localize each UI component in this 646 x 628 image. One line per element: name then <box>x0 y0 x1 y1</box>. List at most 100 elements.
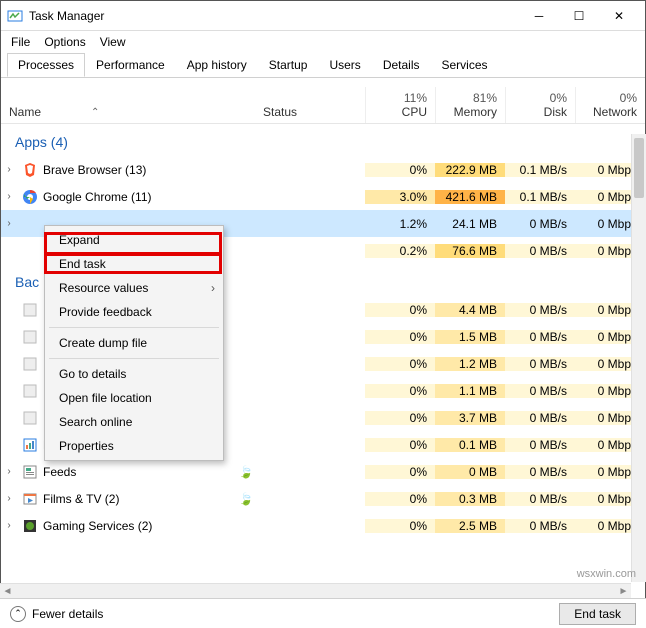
cpu-cell: 0% <box>365 465 435 479</box>
menu-item-provide-feedback[interactable]: Provide feedback <box>45 300 223 324</box>
context-menu: ExpandEnd taskResource valuesProvide fee… <box>44 225 224 461</box>
process-name: Brave Browser (13) <box>43 163 237 177</box>
menu-separator <box>49 327 219 328</box>
menubar: File Options View <box>1 31 645 53</box>
process-name: Feeds <box>43 465 237 479</box>
watermark: wsxwin.com <box>577 568 636 580</box>
header-status[interactable]: Status <box>255 101 365 123</box>
disk-cell: 0 MB/s <box>505 465 575 479</box>
disk-cell: 0 MB/s <box>505 244 575 258</box>
menu-item-expand[interactable]: Expand <box>45 228 223 252</box>
column-headers: ⌃ Name Status 11%CPU 81%Memory 0%Disk 0%… <box>1 78 645 124</box>
menu-file[interactable]: File <box>11 35 30 49</box>
menu-item-create-dump-file[interactable]: Create dump file <box>45 331 223 355</box>
process-icon <box>21 355 39 373</box>
disk-cell: 0 MB/s <box>505 330 575 344</box>
process-row[interactable]: › Google Chrome (11) 3.0% 421.6 MB 0.1 M… <box>1 183 645 210</box>
cpu-cell: 0.2% <box>365 244 435 258</box>
process-icon <box>21 188 39 206</box>
disk-cell: 0 MB/s <box>505 492 575 506</box>
tab-users[interactable]: Users <box>318 53 371 77</box>
menu-options[interactable]: Options <box>44 35 85 49</box>
menu-item-end-task[interactable]: End task <box>45 252 223 276</box>
scroll-left-icon[interactable]: ◄ <box>0 586 15 597</box>
expand-icon[interactable]: › <box>1 466 17 477</box>
eco-mode-icon: 🍃 <box>237 492 255 506</box>
cpu-cell: 0% <box>365 519 435 533</box>
memory-cell: 3.7 MB <box>435 411 505 425</box>
footer: ⌃ Fewer details End task <box>0 598 646 628</box>
disk-cell: 0 MB/s <box>505 303 575 317</box>
menu-item-properties[interactable]: Properties <box>45 434 223 458</box>
menu-item-search-online[interactable]: Search online <box>45 410 223 434</box>
menu-item-open-file-location[interactable]: Open file location <box>45 386 223 410</box>
disk-cell: 0.1 MB/s <box>505 190 575 204</box>
memory-cell: 24.1 MB <box>435 217 505 231</box>
process-icon <box>21 301 39 319</box>
disk-cell: 0 MB/s <box>505 519 575 533</box>
process-name: Google Chrome (11) <box>43 190 237 204</box>
expand-icon[interactable]: › <box>1 493 17 504</box>
tab-strip: Processes Performance App history Startu… <box>1 53 645 78</box>
header-network[interactable]: 0%Network <box>575 87 645 123</box>
menu-item-resource-values[interactable]: Resource values <box>45 276 223 300</box>
tab-app-history[interactable]: App history <box>176 53 258 77</box>
fewer-details-toggle[interactable]: ⌃ Fewer details <box>10 606 559 622</box>
disk-cell: 0 MB/s <box>505 217 575 231</box>
expand-icon[interactable]: › <box>1 191 17 202</box>
process-icon <box>21 215 39 233</box>
tab-details[interactable]: Details <box>372 53 431 77</box>
maximize-button[interactable]: ☐ <box>559 2 599 30</box>
end-task-button[interactable]: End task <box>559 603 636 625</box>
cpu-cell: 1.2% <box>365 217 435 231</box>
cpu-cell: 0% <box>365 303 435 317</box>
expand-icon[interactable]: › <box>1 520 17 531</box>
tab-services[interactable]: Services <box>431 53 499 77</box>
disk-cell: 0 MB/s <box>505 384 575 398</box>
process-icon <box>21 463 39 481</box>
cpu-cell: 0% <box>365 384 435 398</box>
tab-processes[interactable]: Processes <box>7 53 85 77</box>
memory-cell: 222.9 MB <box>435 163 505 177</box>
horizontal-scrollbar[interactable]: ◄ ► <box>0 583 631 598</box>
scroll-right-icon[interactable]: ► <box>616 586 631 597</box>
header-memory[interactable]: 81%Memory <box>435 87 505 123</box>
menu-view[interactable]: View <box>100 35 126 49</box>
expand-icon[interactable]: › <box>1 164 17 175</box>
process-row[interactable]: › Films & TV (2) 🍃 0% 0.3 MB 0 MB/s 0 Mb… <box>1 485 645 512</box>
header-disk[interactable]: 0%Disk <box>505 87 575 123</box>
memory-cell: 76.6 MB <box>435 244 505 258</box>
group-apps: Apps (4) <box>1 124 645 156</box>
menu-separator <box>49 358 219 359</box>
process-icon <box>21 409 39 427</box>
process-name: Films & TV (2) <box>43 492 237 506</box>
expand-icon[interactable]: › <box>1 218 17 229</box>
memory-cell: 0 MB <box>435 465 505 479</box>
process-icon <box>21 517 39 535</box>
tab-performance[interactable]: Performance <box>85 53 176 77</box>
process-row[interactable]: › Brave Browser (13) 0% 222.9 MB 0.1 MB/… <box>1 156 645 183</box>
process-icon <box>21 328 39 346</box>
memory-cell: 0.1 MB <box>435 438 505 452</box>
header-cpu[interactable]: 11%CPU <box>365 87 435 123</box>
window-title: Task Manager <box>29 9 519 23</box>
close-button[interactable]: ✕ <box>599 2 639 30</box>
cpu-cell: 0% <box>365 492 435 506</box>
process-row[interactable]: › Feeds 🍃 0% 0 MB 0 MB/s 0 Mbps <box>1 458 645 485</box>
process-icon <box>21 436 39 454</box>
menu-item-go-to-details[interactable]: Go to details <box>45 362 223 386</box>
disk-cell: 0 MB/s <box>505 357 575 371</box>
cpu-cell: 0% <box>365 411 435 425</box>
header-name[interactable]: ⌃ Name <box>1 101 255 123</box>
scrollbar-thumb[interactable] <box>634 138 644 198</box>
minimize-button[interactable]: ─ <box>519 2 559 30</box>
memory-cell: 1.5 MB <box>435 330 505 344</box>
process-icon <box>21 161 39 179</box>
cpu-cell: 0% <box>365 163 435 177</box>
chevron-up-icon: ⌃ <box>10 606 26 622</box>
tab-startup[interactable]: Startup <box>258 53 319 77</box>
process-row[interactable]: › Gaming Services (2) 0% 2.5 MB 0 MB/s 0… <box>1 512 645 539</box>
vertical-scrollbar[interactable] <box>631 134 646 582</box>
memory-cell: 0.3 MB <box>435 492 505 506</box>
titlebar: Task Manager ─ ☐ ✕ <box>1 1 645 31</box>
